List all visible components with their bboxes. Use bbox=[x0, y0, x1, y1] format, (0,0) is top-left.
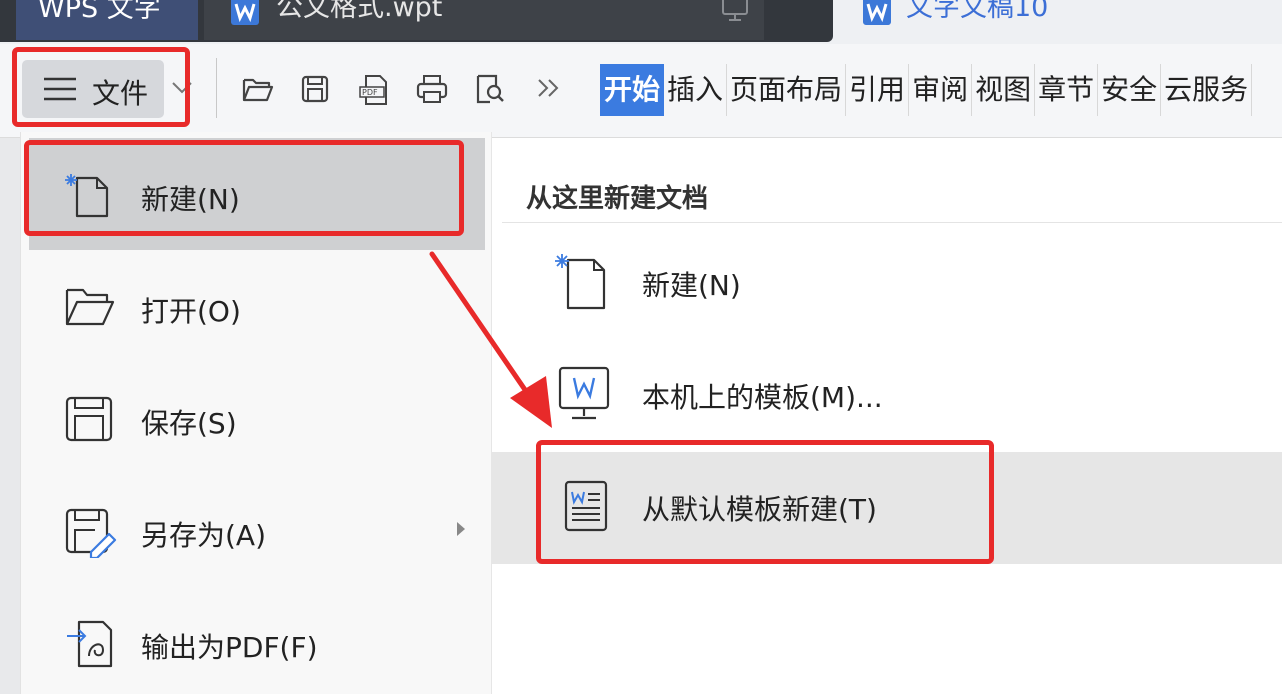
local-template-label: 本机上的模板(M)... bbox=[642, 381, 883, 414]
export-pdf-icon[interactable]: PDF bbox=[358, 74, 390, 106]
tab-insert[interactable]: 插入 bbox=[664, 64, 728, 116]
toolbar: 文件 PDF 开始 插入 页面布局 引用 审阅 视图 章节 安全 云服务 bbox=[0, 44, 1282, 138]
tab-document-10[interactable]: 文字文稿10 bbox=[858, 0, 1158, 40]
menu-item-save-as[interactable]: 另存为(A) bbox=[29, 474, 485, 586]
print-preview-icon[interactable] bbox=[474, 74, 506, 104]
menu-item-new[interactable]: 新建(N) bbox=[29, 138, 485, 250]
wps-writer-icon bbox=[230, 0, 260, 26]
tab-document-10-label: 文字文稿10 bbox=[906, 0, 1049, 23]
file-menu-label: 文件 bbox=[92, 77, 149, 110]
menu-item-open-label: 打开(O) bbox=[141, 295, 241, 328]
new-doc-icon bbox=[554, 252, 614, 312]
tab-view[interactable]: 视图 bbox=[972, 64, 1036, 116]
tab-wps-home[interactable]: WPS 文字 bbox=[16, 0, 198, 40]
default-template-label: 从默认模板新建(T) bbox=[642, 493, 877, 526]
tab-security[interactable]: 安全 bbox=[1098, 64, 1162, 116]
open-folder-icon[interactable] bbox=[242, 74, 274, 104]
local-template-item[interactable]: 本机上的模板(M)... bbox=[492, 340, 1282, 452]
local-template-icon bbox=[554, 364, 614, 424]
svg-text:PDF: PDF bbox=[362, 88, 378, 97]
menu-item-export-pdf-label: 输出为PDF(F) bbox=[141, 631, 318, 664]
file-menu-button[interactable]: 文件 bbox=[22, 60, 164, 118]
panel-title: 从这里新建文档 bbox=[526, 184, 709, 214]
menu-item-save-label: 保存(S) bbox=[141, 407, 237, 440]
chevron-down-icon[interactable] bbox=[170, 80, 194, 96]
tab-document-wpt-label: 公文格式.wpt bbox=[276, 0, 443, 23]
menu-item-save[interactable]: 保存(S) bbox=[29, 362, 485, 474]
toolbar-divider bbox=[216, 58, 217, 118]
hamburger-icon bbox=[42, 76, 78, 102]
open-folder-icon bbox=[65, 284, 115, 328]
menu-item-save-as-label: 另存为(A) bbox=[141, 519, 267, 552]
tab-document-wpt[interactable]: 公文格式.wpt bbox=[204, 0, 764, 40]
print-icon[interactable] bbox=[416, 74, 448, 104]
menu-item-open[interactable]: 打开(O) bbox=[29, 250, 485, 362]
ribbon-tab-bar: 开始 插入 页面布局 引用 审阅 视图 章节 安全 云服务 bbox=[600, 64, 1253, 116]
new-blank-document-item[interactable]: 新建(N) bbox=[492, 228, 1282, 340]
tab-wps-home-label: WPS 文字 bbox=[38, 0, 161, 24]
default-template-item[interactable]: 从默认模板新建(T) bbox=[492, 452, 1282, 564]
tab-cloud-services[interactable]: 云服务 bbox=[1161, 64, 1253, 116]
tab-page-layout[interactable]: 页面布局 bbox=[727, 64, 847, 116]
new-document-panel: 从这里新建文档 新建(N) 本机上的模板(M)... 从默认模板新建(T) bbox=[492, 138, 1282, 694]
submenu-arrow-icon bbox=[455, 520, 467, 538]
more-chevrons-icon[interactable] bbox=[536, 76, 562, 100]
menu-item-export-pdf[interactable]: 输出为PDF(F) bbox=[29, 586, 485, 694]
new-blank-document-label: 新建(N) bbox=[642, 269, 741, 302]
tab-home[interactable]: 开始 bbox=[600, 64, 665, 116]
wps-writer-icon bbox=[862, 0, 892, 26]
title-bar: WPS 文字 公文格式.wpt 文字文稿10 bbox=[0, 0, 1282, 44]
tab-review[interactable]: 审阅 bbox=[909, 64, 973, 116]
menu-item-new-label: 新建(N) bbox=[141, 183, 240, 216]
monitor-icon bbox=[720, 0, 750, 24]
new-doc-icon bbox=[65, 172, 111, 218]
save-icon[interactable] bbox=[300, 74, 330, 104]
save-icon bbox=[65, 396, 113, 442]
tab-sections[interactable]: 章节 bbox=[1035, 64, 1099, 116]
panel-divider bbox=[502, 222, 1282, 223]
document-edge-background bbox=[0, 138, 20, 694]
default-template-icon bbox=[554, 476, 614, 536]
tab-references[interactable]: 引用 bbox=[846, 64, 910, 116]
file-menu-panel: 新建(N) 打开(O) 保存(S) 另存为(A) 输出为PDF(F) bbox=[20, 132, 492, 694]
save-as-icon bbox=[65, 508, 117, 558]
export-pdf-icon bbox=[65, 620, 115, 668]
